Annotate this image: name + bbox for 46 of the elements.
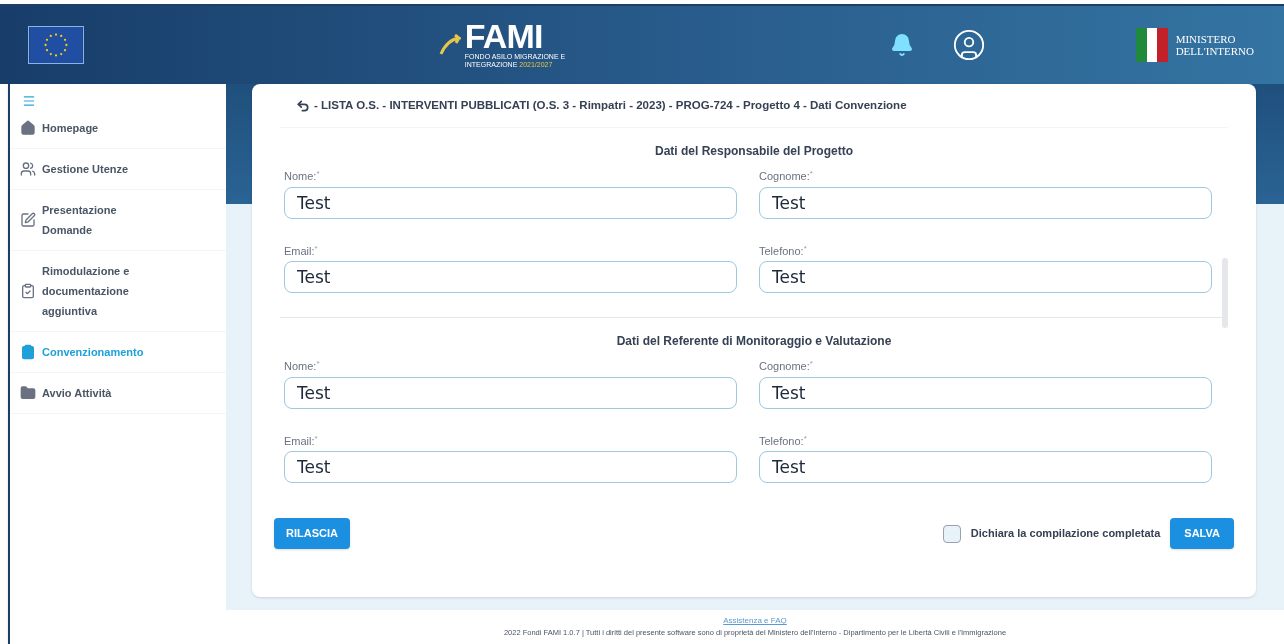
home-icon: [20, 120, 36, 136]
users-icon: [20, 161, 36, 177]
required-mark: *: [809, 358, 813, 368]
text-field[interactable]: Test: [759, 376, 1212, 409]
clipboard-icon: [20, 344, 36, 360]
field-label: Telefono:: [759, 433, 804, 449]
italian-flag-icon: [1135, 28, 1168, 62]
text-field[interactable]: Test: [284, 186, 737, 219]
required-mark: *: [809, 168, 813, 178]
logo-title: FAMI: [464, 21, 543, 51]
required-mark: *: [316, 168, 320, 178]
text-field[interactable]: Test: [284, 261, 737, 293]
required-mark: *: [314, 432, 318, 443]
arrow-icon: [438, 34, 461, 56]
text-field[interactable]: Test: [284, 376, 737, 409]
field-label: Cognome:: [759, 169, 810, 184]
declare-checkbox[interactable]: [942, 524, 961, 543]
field-label: Cognome:: [759, 359, 810, 374]
checkbox-label: Dichiara la compilazione completata: [970, 526, 1161, 542]
field-label: Telefono:: [759, 243, 804, 259]
flag-icon: [28, 26, 84, 64]
section-title: Dati del Responsabile del Progetto: [653, 143, 854, 160]
clipboard-icon: [20, 283, 36, 299]
text-field[interactable]: Test: [284, 451, 737, 483]
text-field[interactable]: Test: [759, 261, 1212, 293]
notification-bell-icon[interactable]: [889, 33, 914, 57]
required-mark: *: [803, 432, 807, 443]
field-label: Email:: [284, 433, 315, 449]
required-mark: *: [803, 242, 807, 253]
sidebar-item[interactable]: Avvio Attività: [10, 373, 226, 414]
required-mark: *: [314, 242, 318, 253]
user-avatar-icon[interactable]: [951, 28, 986, 62]
text-field[interactable]: Test: [759, 186, 1212, 219]
required-mark: *: [316, 358, 320, 368]
field-label: Email:: [284, 243, 315, 259]
ministry-name: MINISTERO: [1175, 33, 1237, 45]
breadcrumb: - LISTA O.S. - INTERVENTI PUBBLICATI (O.S. 3 - Rimpatri - 2023) - PROG-724 - Progetto 4 - Dati Convenzione: [314, 97, 907, 113]
menu-icon[interactable]: [22, 94, 36, 108]
text-field[interactable]: Test: [759, 451, 1212, 483]
section-title: Dati del Referente di Monitoraggio e Valutazione: [615, 333, 893, 350]
edit-icon: [20, 212, 36, 228]
scrollbar[interactable]: [1222, 258, 1228, 328]
ministry-name: DELL'INTERNO: [1175, 45, 1254, 57]
folder-icon: [20, 385, 36, 401]
back-icon[interactable]: [296, 98, 310, 113]
sidebar-item[interactable]: Homepage: [10, 108, 226, 149]
